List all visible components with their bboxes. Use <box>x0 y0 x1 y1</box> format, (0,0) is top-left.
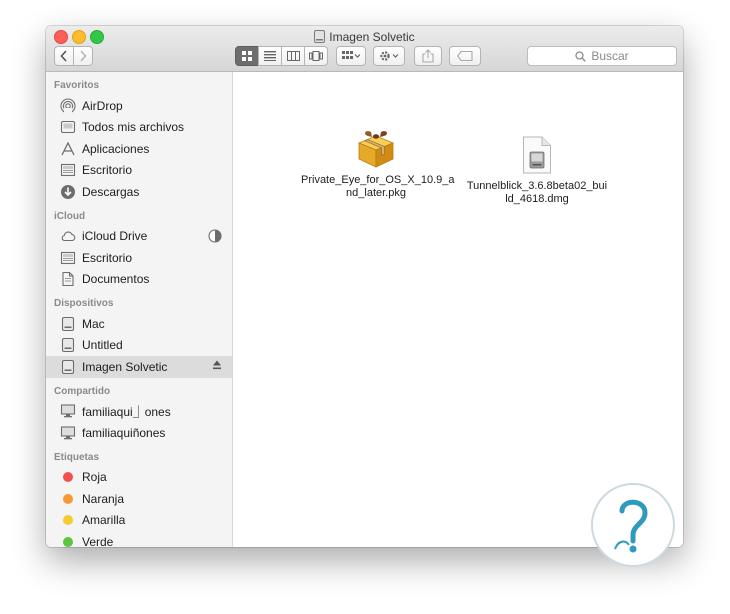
list-view-button[interactable] <box>258 46 282 66</box>
airdrop-icon <box>60 98 76 114</box>
eject-icon[interactable] <box>212 359 222 374</box>
sidebar-item-label: Documentos <box>82 272 150 287</box>
icon-view-button[interactable] <box>235 46 259 66</box>
grid-icon <box>242 51 252 61</box>
finder-window: Imagen Solvetic Buscar Favoritos AirDrop… <box>46 26 683 547</box>
sidebar-item-label: iCloud Drive <box>82 229 148 244</box>
orange-tag-dot-icon <box>60 491 76 507</box>
action-menu-button[interactable] <box>373 46 405 66</box>
tag-icon <box>457 51 473 61</box>
sidebar-item-shared-computer-2[interactable]: familiaquiñones <box>46 422 232 444</box>
window-title: Imagen Solvetic <box>46 29 683 45</box>
section-header-compartido: Compartido <box>54 385 111 397</box>
sidebar-item-icloud-desktop[interactable]: Escritorio <box>46 247 232 269</box>
tags-button[interactable] <box>449 46 481 66</box>
section-header-icloud: iCloud <box>54 210 86 222</box>
green-tag-dot-icon <box>60 534 76 547</box>
sidebar-item-airdrop[interactable]: AirDrop <box>46 95 232 117</box>
sidebar-item-label: Verde <box>82 534 114 547</box>
cloud-icon <box>60 228 76 244</box>
file-item-pkg[interactable]: Private_Eye_for_OS_X_10.9_a nd_later.pkg <box>301 130 455 200</box>
back-button[interactable] <box>54 46 74 66</box>
cover-flow-icon <box>309 51 323 61</box>
sidebar-tag-verde[interactable]: Verde <box>46 531 232 547</box>
sidebar-item-label: Todos mis archivos <box>82 120 185 135</box>
gear-icon <box>380 51 399 61</box>
desktop-icon <box>60 250 76 266</box>
file-name-line-2: nd_later.pkg <box>346 187 406 199</box>
search-placeholder: Buscar <box>591 49 629 63</box>
sidebar-item-all-files[interactable]: Todos mis archivos <box>46 117 232 139</box>
sidebar-item-mac[interactable]: Mac <box>46 313 232 335</box>
sidebar-tag-naranja[interactable]: Naranja <box>46 488 232 510</box>
sidebar-tag-roja[interactable]: Roja <box>46 467 232 489</box>
arrange-button[interactable] <box>336 46 366 66</box>
red-tag-dot-icon <box>60 469 76 485</box>
sidebar-item-downloads[interactable]: Descargas <box>46 181 232 203</box>
sidebar-item-label: Escritorio <box>82 250 133 265</box>
sidebar-item-label: Untitled <box>82 338 123 353</box>
desktop-icon <box>60 162 76 178</box>
all-files-icon <box>60 119 76 135</box>
forward-button[interactable] <box>73 46 93 66</box>
share-icon <box>422 49 434 63</box>
disk-image-icon <box>523 136 551 174</box>
sync-progress-icon <box>208 228 222 246</box>
file-name-line-1: Tunnelblick_3.6.8beta02_bui <box>466 180 608 192</box>
sidebar-item-desktop[interactable]: Escritorio <box>46 160 232 182</box>
sidebar: Favoritos AirDrop Todos mis archivos Apl… <box>46 72 233 547</box>
column-view-button[interactable] <box>281 46 305 66</box>
cover-flow-view-button[interactable] <box>304 46 328 66</box>
sidebar-item-label: Escritorio <box>82 163 133 178</box>
applications-icon <box>60 141 76 157</box>
sidebar-item-label: AirDrop <box>82 98 123 113</box>
computer-icon <box>60 403 76 419</box>
chevron-right-icon <box>80 50 87 62</box>
drive-icon <box>60 316 76 332</box>
documents-icon <box>60 271 76 287</box>
file-name-line-2: ld_4618.dmg <box>505 193 569 205</box>
sidebar-item-label: Imagen Solvetic <box>82 359 168 374</box>
solvetic-watermark-logo <box>591 483 675 567</box>
drive-icon <box>60 359 76 375</box>
share-button[interactable] <box>414 46 442 66</box>
search-icon <box>575 50 587 62</box>
section-header-favoritos: Favoritos <box>54 80 100 91</box>
sidebar-item-documents[interactable]: Documentos <box>46 269 232 291</box>
sidebar-item-label: familiaquiñones <box>82 425 166 440</box>
sidebar-item-imagen-solvetic[interactable]: Imagen Solvetic <box>46 356 232 378</box>
computer-icon <box>60 425 76 441</box>
file-browser-area[interactable]: Private_Eye_for_OS_X_10.9_a nd_later.pkg… <box>233 72 683 547</box>
sidebar-item-label: Amarilla <box>82 513 126 528</box>
sidebar-item-applications[interactable]: Aplicaciones <box>46 138 232 160</box>
title-bar: Imagen Solvetic Buscar <box>46 26 683 72</box>
sidebar-item-label: Roja <box>82 470 107 485</box>
section-header-etiquetas: Etiquetas <box>54 451 100 463</box>
sidebar-item-label: Naranja <box>82 491 125 506</box>
sidebar-item-label: Mac <box>82 316 105 331</box>
columns-icon <box>286 51 300 61</box>
section-header-dispositivos: Dispositivos <box>54 298 114 309</box>
package-icon <box>357 131 395 168</box>
list-icon <box>264 51 276 61</box>
sidebar-item-label: Descargas <box>82 184 140 199</box>
view-mode-control <box>235 46 328 66</box>
chevron-left-icon <box>60 50 67 62</box>
yellow-tag-dot-icon <box>60 512 76 528</box>
sidebar-item-untitled[interactable]: Untitled <box>46 335 232 357</box>
search-field[interactable]: Buscar <box>527 46 677 66</box>
drive-icon <box>314 30 326 43</box>
sidebar-item-label: Aplicaciones <box>82 141 150 156</box>
history-navigation <box>54 46 93 66</box>
file-name-line-1: Private_Eye_for_OS_X_10.9_a <box>301 174 455 186</box>
sidebar-item-icloud-drive[interactable]: iCloud Drive <box>46 226 232 248</box>
sidebar-item-label: familiaqui⏌ones <box>82 404 171 419</box>
sidebar-item-shared-computer-1[interactable]: familiaqui⏌ones <box>46 401 232 423</box>
arrange-grid-icon <box>342 51 360 59</box>
sidebar-tag-amarilla[interactable]: Amarilla <box>46 510 232 532</box>
drive-icon <box>60 337 76 353</box>
file-item-dmg[interactable]: Tunnelblick_3.6.8beta02_bui ld_4618.dmg <box>462 136 612 206</box>
downloads-icon <box>60 184 76 200</box>
window-title-text: Imagen Solvetic <box>329 30 415 44</box>
